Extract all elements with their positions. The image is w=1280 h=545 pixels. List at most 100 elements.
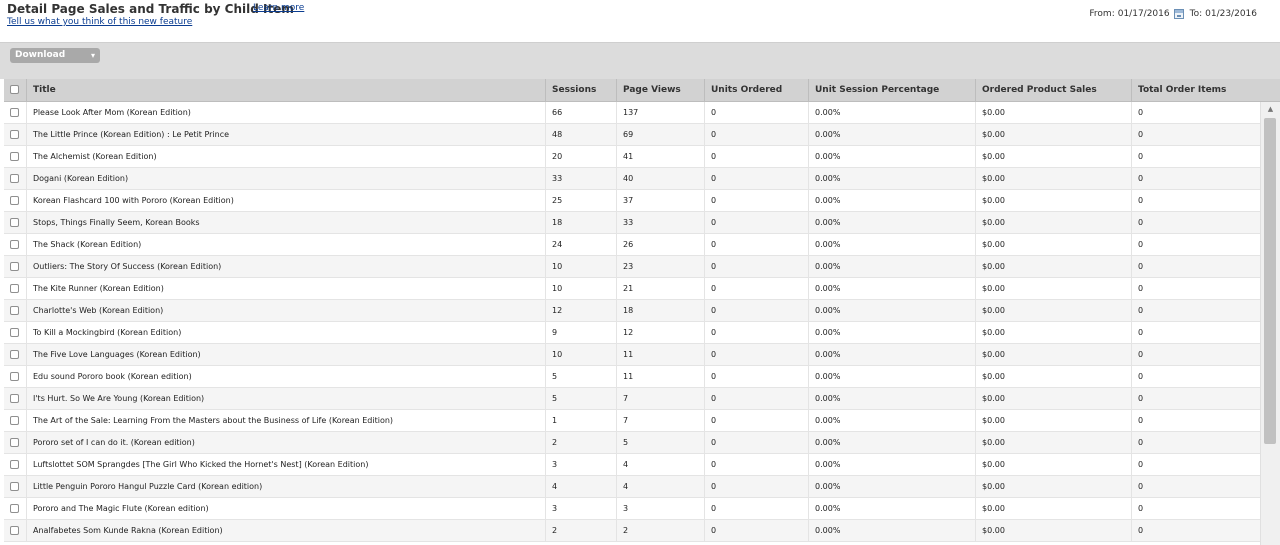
scroll-up-icon[interactable]: ▲ <box>1261 102 1280 116</box>
row-checkbox[interactable] <box>10 526 19 535</box>
cell-total-order-items: 0 <box>1131 124 1260 145</box>
cell-sessions: 4 <box>545 476 616 497</box>
table-row[interactable]: Pororo set of I can do it. (Korean editi… <box>4 432 1260 454</box>
feedback-link[interactable]: Tell us what you think of this new featu… <box>7 17 192 27</box>
table-body: Please Look After Mom (Korean Edition) 66… <box>4 102 1260 545</box>
table-row[interactable]: Stops, Things Finally Seem, Korean Books… <box>4 212 1260 234</box>
cell-total-order-items: 0 <box>1131 212 1260 233</box>
table-row[interactable]: The Five Love Languages (Korean Edition)… <box>4 344 1260 366</box>
row-select-cell <box>4 476 26 497</box>
cell-ordered-product-sales: $0.00 <box>975 102 1131 123</box>
cell-sessions: 5 <box>545 388 616 409</box>
cell-page-views: 40 <box>616 168 704 189</box>
column-header-total-order-items[interactable]: Total Order Items <box>1131 79 1260 101</box>
row-checkbox[interactable] <box>10 196 19 205</box>
row-checkbox[interactable] <box>10 262 19 271</box>
row-checkbox[interactable] <box>10 482 19 491</box>
table-row[interactable]: Charlotte's Web (Korean Edition) 12 18 0 0.0… <box>4 300 1260 322</box>
row-checkbox[interactable] <box>10 438 19 447</box>
cell-page-views: 33 <box>616 212 704 233</box>
from-date[interactable]: 01/17/2016 <box>1118 9 1170 19</box>
column-header-sessions[interactable]: Sessions <box>545 79 616 101</box>
row-checkbox[interactable] <box>10 306 19 315</box>
cell-units-ordered: 0 <box>704 168 808 189</box>
cell-title: Please Look After Mom (Korean Edition) <box>26 102 545 123</box>
table-row[interactable]: Dogani (Korean Edition) 33 40 0 0.00% $0.00 0 <box>4 168 1260 190</box>
download-dropdown[interactable]: Download ▾ <box>10 48 100 63</box>
table-row[interactable]: Analfabetes Som Kunde Rakna (Korean Edit… <box>4 520 1260 542</box>
row-select-cell <box>4 168 26 189</box>
table-row[interactable]: Pororo and The Magic Flute (Korean editi… <box>4 498 1260 520</box>
row-checkbox[interactable] <box>10 504 19 513</box>
column-header-unit-session-percentage[interactable]: Unit Session Percentage <box>808 79 975 101</box>
page-title: Detail Page Sales and Traffic by Child I… <box>7 2 294 16</box>
cell-unit-session-percentage: 0.00% <box>808 366 975 387</box>
row-checkbox[interactable] <box>10 328 19 337</box>
cell-units-ordered: 0 <box>704 146 808 167</box>
table-row[interactable]: The Art of the Sale: Learning From the M… <box>4 410 1260 432</box>
cell-page-views: 21 <box>616 278 704 299</box>
from-calendar-icon[interactable] <box>1173 9 1184 19</box>
column-header-page-views[interactable]: Page Views <box>616 79 704 101</box>
row-checkbox[interactable] <box>10 240 19 249</box>
table-row[interactable]: Edu sound Pororo book (Korean edition) 5 1… <box>4 366 1260 388</box>
cell-ordered-product-sales: $0.00 <box>975 212 1131 233</box>
table-row[interactable]: The Little Prince (Korean Edition) : Le … <box>4 124 1260 146</box>
cell-total-order-items: 0 <box>1131 256 1260 277</box>
row-select-cell <box>4 146 26 167</box>
cell-page-views: 23 <box>616 256 704 277</box>
cell-sessions: 5 <box>545 366 616 387</box>
row-checkbox[interactable] <box>10 350 19 359</box>
cell-unit-session-percentage: 0.00% <box>808 410 975 431</box>
column-header-title[interactable]: Title <box>26 79 545 101</box>
learn-more-link[interactable]: Learn more <box>253 3 304 13</box>
cell-sessions: 9 <box>545 322 616 343</box>
cell-title: Charlotte's Web (Korean Edition) <box>26 300 545 321</box>
cell-total-order-items: 0 <box>1131 388 1260 409</box>
cell-unit-session-percentage: 0.00% <box>808 102 975 123</box>
cell-units-ordered: 0 <box>704 520 808 541</box>
cell-page-views: 4 <box>616 454 704 475</box>
table-row[interactable]: To Kill a Mockingbird (Korean Edition) 9 1… <box>4 322 1260 344</box>
table-row[interactable]: Outliers: The Story Of Success (Korean E… <box>4 256 1260 278</box>
cell-total-order-items: 0 <box>1131 366 1260 387</box>
table-row[interactable]: Please Look After Mom (Korean Edition) 66… <box>4 102 1260 124</box>
row-checkbox[interactable] <box>10 108 19 117</box>
row-checkbox[interactable] <box>10 416 19 425</box>
vertical-scrollbar[interactable]: ▲ <box>1260 102 1280 545</box>
cell-ordered-product-sales: $0.00 <box>975 344 1131 365</box>
row-checkbox[interactable] <box>10 284 19 293</box>
table-row[interactable]: I'ts Hurt. So We Are Young (Korean Editi… <box>4 388 1260 410</box>
row-checkbox[interactable] <box>10 372 19 381</box>
row-checkbox[interactable] <box>10 460 19 469</box>
select-all-checkbox[interactable] <box>10 85 19 94</box>
table-row[interactable]: Korean Flashcard 100 with Pororo (Korean… <box>4 190 1260 212</box>
cell-ordered-product-sales: $0.00 <box>975 146 1131 167</box>
row-checkbox[interactable] <box>10 152 19 161</box>
cell-units-ordered: 0 <box>704 300 808 321</box>
date-range: From: 01/17/2016 To: 01/23/2016 <box>1089 9 1257 19</box>
table-row[interactable]: The Shack (Korean Edition) 24 26 0 0.00% $0.0… <box>4 234 1260 256</box>
table-row[interactable]: Luftslottet SOM Sprangdes [The Girl Who … <box>4 454 1260 476</box>
cell-title: Analfabetes Som Kunde Rakna (Korean Edit… <box>26 520 545 541</box>
column-header-ordered-product-sales[interactable]: Ordered Product Sales <box>975 79 1131 101</box>
table-row[interactable]: The Kite Runner (Korean Edition) 10 21 0 0.0… <box>4 278 1260 300</box>
row-checkbox[interactable] <box>10 174 19 183</box>
row-checkbox[interactable] <box>10 218 19 227</box>
column-header-units-ordered[interactable]: Units Ordered <box>704 79 808 101</box>
cell-total-order-items: 0 <box>1131 498 1260 519</box>
table-row[interactable]: Little Penguin Pororo Hangul Puzzle Card… <box>4 476 1260 498</box>
cell-total-order-items: 0 <box>1131 454 1260 475</box>
row-select-cell <box>4 124 26 145</box>
select-all-cell <box>4 79 26 101</box>
cell-total-order-items: 0 <box>1131 476 1260 497</box>
to-date[interactable]: 01/23/2016 <box>1205 9 1257 19</box>
row-checkbox[interactable] <box>10 394 19 403</box>
cell-unit-session-percentage: 0.00% <box>808 256 975 277</box>
cell-ordered-product-sales: $0.00 <box>975 520 1131 541</box>
cell-sessions: 3 <box>545 498 616 519</box>
table-row[interactable]: The Alchemist (Korean Edition) 20 41 0 0.00%… <box>4 146 1260 168</box>
chevron-down-icon: ▾ <box>90 51 95 60</box>
row-checkbox[interactable] <box>10 130 19 139</box>
scroll-thumb[interactable] <box>1264 118 1276 444</box>
